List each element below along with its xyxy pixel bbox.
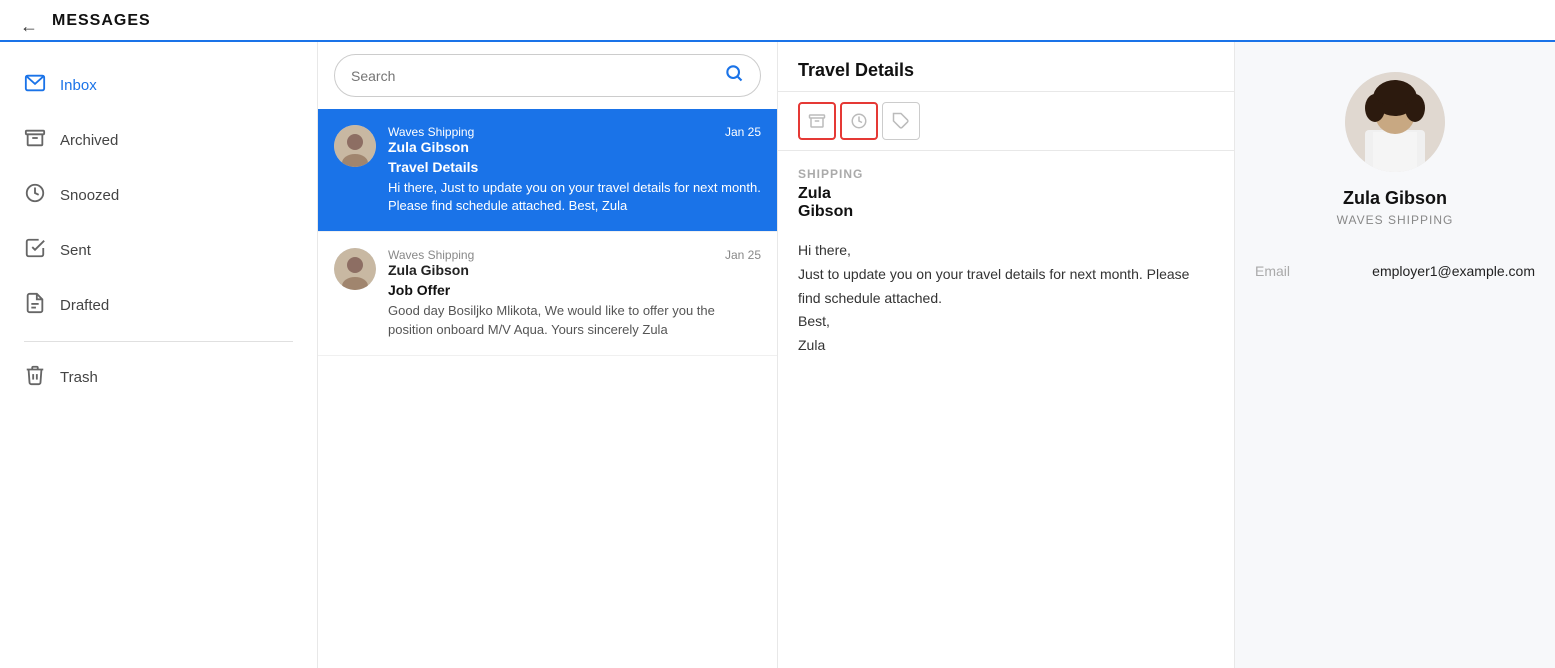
message-item-2[interactable]: Waves Shipping Jan 25 Zula Gibson Job Of… (318, 232, 777, 355)
msg-preview-1: Hi there, Just to update you on your tra… (388, 179, 761, 215)
sidebar-item-snoozed[interactable]: Snoozed (0, 168, 317, 223)
detail-body[interactable]: SHIPPING ZulaGibson Hi there, Just to up… (778, 151, 1234, 668)
msg-date-2: Jan 25 (725, 248, 761, 262)
email-value: employer1@example.com (1372, 263, 1535, 279)
draft-icon (24, 292, 46, 319)
main-layout: Inbox Archived Snoozed Sent Drafted (0, 42, 1555, 668)
msg-sender-2: Zula Gibson (388, 262, 761, 278)
sidebar-item-drafted[interactable]: Drafted (0, 278, 317, 333)
detail-message-text: Hi there, Just to update you on your tra… (798, 239, 1214, 358)
msg-preview-2: Good day Bosiljko Mlikota, We would like… (388, 302, 761, 338)
contact-name: Zula Gibson (1343, 188, 1447, 209)
sidebar-item-trash[interactable]: Trash (0, 350, 317, 405)
archive-icon (24, 127, 46, 154)
sidebar-item-inbox[interactable]: Inbox (0, 58, 317, 113)
detail-shipping-label: SHIPPING (798, 167, 1214, 181)
contact-panel: Zula Gibson WAVES SHIPPING Email employe… (1235, 42, 1555, 668)
avatar-2 (334, 248, 376, 290)
message-list: Waves Shipping Jan 25 Zula Gibson Travel… (318, 42, 778, 668)
sidebar: Inbox Archived Snoozed Sent Drafted (0, 42, 318, 668)
sidebar-item-label-snoozed: Snoozed (60, 187, 119, 204)
message-detail: Travel Details SHIPPING ZulaGibson Hi th… (778, 42, 1235, 668)
sidebar-item-archived[interactable]: Archived (0, 113, 317, 168)
search-bar[interactable] (334, 54, 761, 97)
sidebar-item-label-trash: Trash (60, 369, 98, 386)
detail-body-wrapper: SHIPPING ZulaGibson Hi there, Just to up… (778, 151, 1234, 668)
msg-from-1: Waves Shipping (388, 125, 474, 139)
archive-action-button[interactable] (798, 102, 836, 140)
sidebar-item-sent[interactable]: Sent (0, 223, 317, 278)
sidebar-item-label-inbox: Inbox (60, 77, 97, 94)
sidebar-divider (24, 341, 293, 342)
email-label: Email (1255, 263, 1290, 279)
msg-date-1: Jan 25 (725, 125, 761, 139)
sent-icon (24, 237, 46, 264)
header: ← MESSAGES (0, 0, 1555, 42)
msg-from-2: Waves Shipping (388, 248, 474, 262)
trash-icon (24, 364, 46, 391)
sidebar-item-label-sent: Sent (60, 242, 91, 259)
back-button[interactable]: ← (20, 16, 38, 37)
contact-avatar (1345, 72, 1445, 172)
detail-actions (778, 92, 1234, 151)
contact-info: Email employer1@example.com (1255, 251, 1535, 279)
msg-subject-2: Job Offer (388, 282, 761, 298)
sidebar-item-label-archived: Archived (60, 132, 118, 149)
clock-icon (24, 182, 46, 209)
search-icon (724, 63, 744, 88)
tag-action-button[interactable] (882, 102, 920, 140)
message-item-1[interactable]: Waves Shipping Jan 25 Zula Gibson Travel… (318, 109, 777, 232)
sidebar-item-label-drafted: Drafted (60, 297, 109, 314)
avatar-1 (334, 125, 376, 167)
search-input[interactable] (351, 68, 716, 84)
page-title: MESSAGES (52, 12, 151, 40)
detail-sender-name: ZulaGibson (798, 185, 1214, 221)
snooze-action-button[interactable] (840, 102, 878, 140)
msg-content-2: Waves Shipping Jan 25 Zula Gibson Job Of… (388, 248, 761, 338)
msg-content-1: Waves Shipping Jan 25 Zula Gibson Travel… (388, 125, 761, 215)
msg-sender-1: Zula Gibson (388, 139, 761, 155)
detail-header: Travel Details (778, 42, 1234, 92)
detail-title: Travel Details (798, 60, 1214, 81)
contact-company: WAVES SHIPPING (1337, 213, 1454, 227)
inbox-icon (24, 72, 46, 99)
contact-email-row: Email employer1@example.com (1255, 263, 1535, 279)
msg-subject-1: Travel Details (388, 159, 761, 175)
